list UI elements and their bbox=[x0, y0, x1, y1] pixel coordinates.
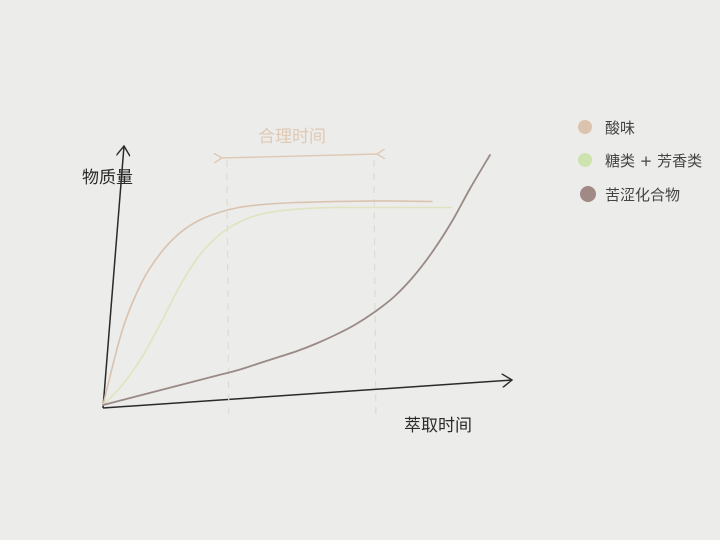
series-line-1 bbox=[102, 206, 453, 406]
legend: 酸味 糖类 + 芳香类 苦涩化合物 bbox=[578, 119, 702, 204]
x-axis bbox=[102, 380, 512, 409]
series-group bbox=[102, 154, 491, 406]
window-start-line bbox=[226, 159, 230, 419]
hand-drawn-chart: 物质量 萃取时间 合理时间 酸味 糖类 + 芳香类 苦涩化合物 bbox=[82, 119, 702, 436]
reasonable-window bbox=[221, 154, 378, 419]
series-line-0 bbox=[102, 200, 433, 406]
legend-label-sour: 酸味 bbox=[605, 119, 635, 137]
x-axis-label: 萃取时间 bbox=[404, 416, 472, 436]
series-line-2 bbox=[102, 154, 491, 406]
legend-label-sugar-aroma: 糖类 + 芳香类 bbox=[605, 152, 702, 170]
window-end-line bbox=[373, 159, 377, 419]
legend-label-bitter: 苦涩化合物 bbox=[605, 186, 680, 204]
window-annotation-label: 合理时间 bbox=[258, 127, 326, 147]
legend-swatch-bitter bbox=[580, 186, 596, 202]
y-axis-label: 物质量 bbox=[82, 168, 133, 188]
legend-swatch-sour bbox=[578, 120, 592, 134]
legend-swatch-sugar-aroma bbox=[578, 153, 592, 167]
window-arrow bbox=[221, 154, 378, 158]
